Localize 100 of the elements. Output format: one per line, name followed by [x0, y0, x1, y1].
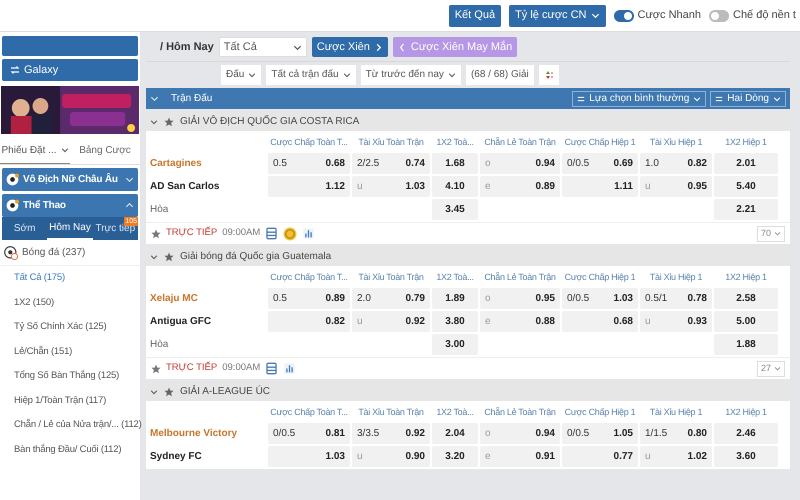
toggle-label: Cược Nhanh [638, 8, 701, 24]
chevron-down-icon [150, 118, 158, 126]
sort-button[interactable] [538, 64, 559, 84]
odds-cell[interactable]: 2.58 [714, 288, 778, 309]
section-header[interactable]: Vô Địch Nữ Châu Âu [2, 168, 138, 191]
handicap-line: o [485, 292, 491, 306]
sidebar-tab[interactable]: Phiếu Đặt ... [0, 137, 70, 164]
market-item[interactable]: Tỷ Số Chính Xác (125) [0, 315, 140, 340]
odds-cell[interactable]: 3/3.5 0.92 [352, 423, 430, 444]
odds-cell[interactable]: o 0.94 [480, 153, 560, 174]
odds-cell[interactable]: u 0.95 [640, 176, 712, 197]
odds-cell[interactable]: e 0.88 [480, 311, 560, 332]
odds-cell[interactable]: 0/0.5 1.05 [562, 423, 638, 444]
chevron-down-icon [590, 11, 600, 20]
parlay-button[interactable]: Cược Xiên [312, 37, 388, 57]
odds-cell[interactable]: 0/0.5 1.03 [562, 288, 638, 309]
sport-tab[interactable]: Sớm [2, 217, 48, 240]
column-header: Tài Xỉu Hiệp 1 [648, 271, 704, 284]
filter-dropdown[interactable]: Đấu [221, 64, 262, 84]
odds-cell[interactable]: 4.10 [432, 176, 478, 197]
odds-value: 1.03 [406, 180, 425, 194]
odds-cell[interactable]: u 0.90 [352, 446, 430, 467]
toggle-switch[interactable] [614, 10, 634, 22]
odds-cell[interactable]: u 0.92 [352, 311, 430, 332]
odds-cell[interactable]: o 0.95 [480, 288, 560, 309]
odds-cell[interactable]: 3.00 [432, 334, 478, 355]
league-count: (68 / 68) Giải [466, 64, 534, 84]
odds-cell[interactable]: 0.5 0.68 [268, 153, 350, 174]
swap-icon [10, 65, 20, 75]
odds-cell[interactable]: 0/0.5 0.81 [268, 423, 350, 444]
market-item[interactable]: Hiệp 1/Toàn Trận (117) [0, 388, 140, 413]
odds-cell[interactable]: 3.80 [432, 311, 478, 332]
odds-cell[interactable]: 2.21 [714, 199, 778, 220]
odds-value: 5.00 [736, 315, 756, 329]
odds-cell[interactable]: 2.46 [714, 423, 778, 444]
odds-cell[interactable]: e 0.91 [480, 446, 560, 467]
odds-cell[interactable]: o 0.94 [480, 423, 560, 444]
match-time: 09:00AM [222, 226, 260, 240]
toggle-switch[interactable] [709, 10, 729, 22]
column-header: Chẵn Lẻ Toàn Trận [483, 406, 557, 419]
market-item[interactable]: Chẵn / Lẻ của Nửa trận/... (112) [0, 413, 140, 438]
list-icon [265, 362, 278, 375]
odds-cell[interactable]: 3.45 [432, 199, 478, 220]
filter-dropdown[interactable]: Từ trước đến nay [360, 64, 461, 84]
market-item[interactable]: Tất Cả (175) [0, 266, 140, 290]
odds-cell[interactable]: 1.03 [268, 446, 350, 467]
team-name: Cartagines [149, 157, 203, 171]
more-bets-dropdown[interactable]: 27 [756, 360, 785, 376]
star-icon [164, 116, 174, 126]
odds-value: 2.58 [736, 292, 756, 306]
sidebar-tab[interactable]: Bảng Cược [70, 137, 140, 164]
odds-cell[interactable]: 0.5/1 0.78 [640, 288, 712, 309]
odds-cell[interactable]: 1.89 [432, 288, 478, 309]
odds-cell[interactable]: u 1.02 [640, 446, 712, 467]
view-option-dropdown[interactable]: Lựa chọn bình thường [572, 90, 706, 106]
odds-value: 0.95 [688, 180, 707, 194]
odds-cell[interactable]: 3.20 [432, 446, 478, 467]
odds-cell[interactable]: 1.68 [432, 153, 478, 174]
odds-cell[interactable]: 2/2.5 0.74 [352, 153, 430, 174]
odds-value: 0.92 [406, 315, 425, 329]
odds-format-dropdown[interactable]: Tỷ lệ cược CN [509, 4, 606, 26]
odds-cell[interactable]: 1.0 0.82 [640, 153, 712, 174]
odds-cell[interactable]: 0.77 [562, 446, 638, 467]
odds-cell[interactable]: 0.68 [562, 311, 638, 332]
soccer-ball-icon [4, 246, 18, 260]
results-button[interactable]: Kết Quả [448, 4, 502, 26]
odds-cell[interactable]: 1/1.5 0.80 [640, 423, 712, 444]
market-item[interactable]: Lẻ/Chẵn (151) [0, 340, 140, 364]
more-bets-dropdown[interactable]: 70 [756, 226, 785, 242]
odds-value: 0.82 [326, 315, 345, 329]
filter-dropdown[interactable]: Tất cả trận đấu [266, 64, 356, 84]
odds-value: 0.77 [614, 450, 633, 464]
odds-cell[interactable]: 1.88 [714, 334, 778, 355]
odds-cell[interactable]: u 1.03 [352, 176, 430, 197]
odds-cell[interactable]: 1.12 [268, 176, 350, 197]
odds-cell[interactable]: 5.00 [714, 311, 778, 332]
odds-cell[interactable]: 0.5 0.89 [268, 288, 350, 309]
team-name: Sydney FC [149, 450, 203, 464]
market-item[interactable]: Tổng Số Bàn Thắng (125) [0, 364, 140, 388]
section-header[interactable]: Thể Thao [2, 194, 138, 217]
odds-value: 3.60 [736, 450, 756, 464]
odds-cell[interactable]: u 0.93 [640, 311, 712, 332]
odds-cell[interactable]: 2.0 0.79 [352, 288, 430, 309]
odds-cell[interactable]: 5.40 [714, 176, 778, 197]
galaxy-button[interactable]: Galaxy [2, 59, 138, 81]
view-option-dropdown[interactable]: Hai Dòng [710, 90, 786, 106]
odds-value: 0.78 [688, 292, 707, 306]
odds-cell[interactable]: 0.82 [268, 311, 350, 332]
chevron-down-icon [693, 94, 702, 102]
odds-cell[interactable]: 0/0.5 0.69 [562, 153, 638, 174]
sport-tab[interactable]: Hôm Nay [47, 217, 93, 240]
odds-cell[interactable]: 1.11 [562, 176, 638, 197]
market-item[interactable]: 1X2 (150) [0, 290, 140, 315]
odds-cell[interactable]: 2.01 [714, 153, 778, 174]
market-item[interactable]: Bàn thắng Đầu/ Cuối (112) [0, 438, 140, 462]
odds-cell[interactable]: 3.60 [714, 446, 778, 467]
filter-select[interactable]: Tất Cả [218, 37, 307, 57]
odds-cell[interactable]: e 0.89 [480, 176, 560, 197]
column-header: Cược Chấp Toàn T... [269, 271, 349, 284]
odds-cell[interactable]: 2.04 [432, 423, 478, 444]
